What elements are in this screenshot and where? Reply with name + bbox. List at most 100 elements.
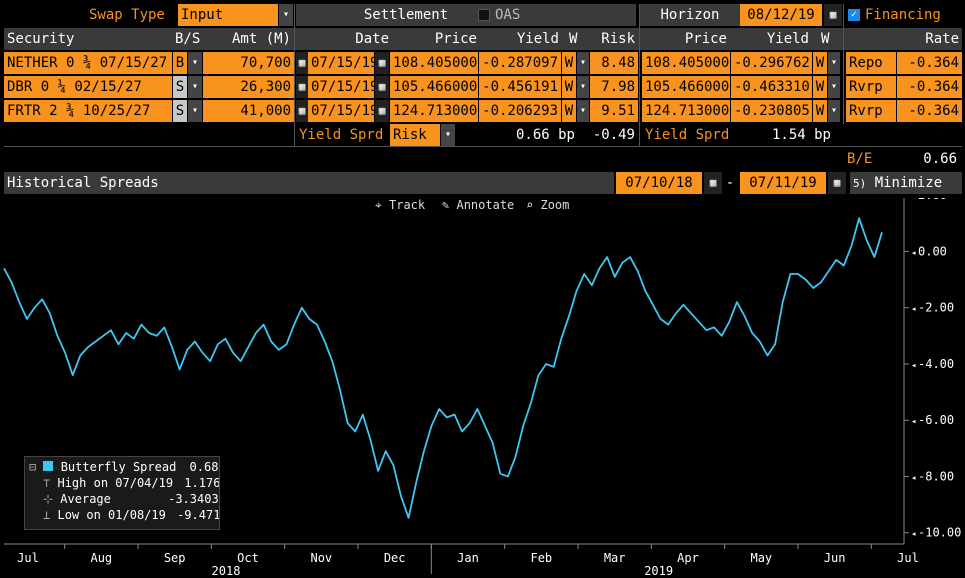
- row-amt[interactable]: 26,300: [203, 76, 294, 98]
- horizon-yield-spread-value: 1.54 bp: [771, 127, 831, 143]
- horizon-title: Horizon: [640, 4, 740, 26]
- hist-from-date[interactable]: 07/10/18: [616, 172, 702, 194]
- row-amt[interactable]: 41,000: [203, 100, 294, 122]
- breakeven-label: B/E: [847, 151, 873, 167]
- row-hprice[interactable]: 124.713000: [642, 100, 730, 122]
- row-date[interactable]: 07/15/19: [308, 76, 374, 98]
- row-yield[interactable]: -0.287097: [479, 52, 561, 74]
- row-price[interactable]: 108.405000: [390, 52, 478, 74]
- row-security[interactable]: FRTR 2 ¾ 10/25/27: [4, 100, 172, 122]
- divider: [639, 4, 640, 146]
- horizon-yield-dropdown-icon[interactable]: ▾: [828, 100, 840, 122]
- minimize-button[interactable]: 5) Minimize: [850, 172, 962, 194]
- row-fin[interactable]: Rvrp: [846, 100, 896, 122]
- row-w[interactable]: W: [562, 76, 576, 98]
- col-risk: Risk: [601, 31, 635, 47]
- col-date: Date: [355, 31, 389, 47]
- x-tick-label: Jul: [17, 551, 39, 565]
- row-w[interactable]: W: [562, 100, 576, 122]
- row-hw[interactable]: W: [813, 52, 827, 74]
- row-hw[interactable]: W: [813, 76, 827, 98]
- y-tick-arrow: ◂: [911, 198, 916, 202]
- row-yield[interactable]: -0.206293: [479, 100, 561, 122]
- horizon-date-field[interactable]: 08/12/19: [740, 4, 822, 26]
- col-hyield: Yield: [766, 31, 809, 47]
- row-bs[interactable]: S: [173, 100, 187, 122]
- row-fin[interactable]: Repo: [846, 52, 896, 74]
- spread-mode-dropdown-icon[interactable]: ▾: [441, 124, 455, 146]
- row-date[interactable]: 07/15/19: [308, 100, 374, 122]
- row-rate[interactable]: -0.364: [897, 52, 962, 74]
- y-tick-label: -10.00: [918, 526, 961, 540]
- divider: [294, 4, 295, 146]
- swap-type-dropdown-icon[interactable]: ▾: [279, 4, 293, 26]
- oas-label: OAS: [495, 7, 521, 23]
- row-security[interactable]: DBR 0 ¼ 02/15/27: [4, 76, 172, 98]
- row-hyield[interactable]: -0.296762: [731, 52, 812, 74]
- calendar-icon[interactable]: ▦: [375, 76, 389, 98]
- horizon-yield-dropdown-icon[interactable]: ▾: [828, 52, 840, 74]
- row-hw[interactable]: W: [813, 100, 827, 122]
- row-price[interactable]: 124.713000: [390, 100, 478, 122]
- row-risk: 7.98: [590, 76, 638, 98]
- col-hw: W: [821, 31, 830, 47]
- row-hyield[interactable]: -0.230805: [731, 100, 812, 122]
- divider: [843, 4, 844, 124]
- row-hprice[interactable]: 105.466000: [642, 76, 730, 98]
- yield-spread-label: Yield Sprd: [299, 127, 384, 143]
- yield-type-dropdown-icon[interactable]: ▾: [577, 100, 589, 122]
- financing-label: Financing: [865, 7, 941, 23]
- calendar-icon[interactable]: ▦: [824, 4, 842, 26]
- bs-dropdown-icon[interactable]: ▾: [188, 52, 202, 74]
- calendar-icon[interactable]: ▦: [828, 172, 846, 194]
- col-security: Security: [7, 31, 75, 47]
- swap-type-select[interactable]: Input: [178, 4, 278, 26]
- row-hprice[interactable]: 108.405000: [642, 52, 730, 74]
- x-tick-label: Aug: [90, 551, 112, 565]
- row-security[interactable]: NETHER 0 ¾ 07/15/27: [4, 52, 172, 74]
- financing-checkbox[interactable]: ✓: [848, 9, 860, 21]
- spread-mode-select[interactable]: Risk: [390, 124, 440, 146]
- row-price[interactable]: 105.466000: [390, 76, 478, 98]
- row-yield[interactable]: -0.456191: [479, 76, 561, 98]
- bs-dropdown-icon[interactable]: ▾: [188, 100, 202, 122]
- divider: [4, 146, 962, 147]
- col-w: W: [569, 31, 578, 47]
- row-bs[interactable]: B: [173, 52, 187, 74]
- horizon-yield-dropdown-icon[interactable]: ▾: [828, 76, 840, 98]
- y-tick-arrow: ◂: [911, 417, 916, 427]
- y-tick-label: -8.00: [918, 469, 954, 483]
- calendar-icon[interactable]: ▦: [375, 52, 389, 74]
- calendar-icon[interactable]: ▦: [375, 100, 389, 122]
- yield-type-dropdown-icon[interactable]: ▾: [577, 52, 589, 74]
- calendar-icon[interactable]: ▦: [296, 100, 308, 122]
- y-tick-label: -4.00: [918, 357, 954, 371]
- minimize-icon: 5): [853, 177, 867, 190]
- historical-spreads-title: Historical Spreads: [4, 172, 614, 194]
- hist-to-date[interactable]: 07/11/19: [740, 172, 826, 194]
- calendar-icon[interactable]: ▦: [296, 52, 308, 74]
- calendar-icon[interactable]: ▦: [704, 172, 722, 194]
- col-hprice: Price: [684, 31, 727, 47]
- row-w[interactable]: W: [562, 52, 576, 74]
- row-risk: 9.51: [590, 100, 638, 122]
- collapse-icon[interactable]: ⊟: [29, 460, 36, 474]
- row-fin[interactable]: Rvrp: [846, 76, 896, 98]
- oas-checkbox[interactable]: [478, 9, 490, 21]
- bs-dropdown-icon[interactable]: ▾: [188, 76, 202, 98]
- col-price: Price: [434, 31, 477, 47]
- row-date[interactable]: 07/15/19: [308, 52, 374, 74]
- row-bs[interactable]: S: [173, 76, 187, 98]
- row-rate[interactable]: -0.364: [897, 100, 962, 122]
- y-tick-arrow: ◂: [911, 248, 916, 258]
- row-rate[interactable]: -0.364: [897, 76, 962, 98]
- yield-type-dropdown-icon[interactable]: ▾: [577, 76, 589, 98]
- calendar-icon[interactable]: ▦: [296, 76, 308, 98]
- col-bs: B/S: [175, 31, 201, 47]
- high-marker-icon: ⊤: [43, 476, 51, 490]
- row-hyield[interactable]: -0.463310: [731, 76, 812, 98]
- legend-series: ⊟ Butterfly Spread 0.6841: [29, 460, 219, 474]
- x-tick-label: Feb: [530, 551, 552, 565]
- swap-type-label: Swap Type: [89, 7, 165, 23]
- row-amt[interactable]: 70,700: [203, 52, 294, 74]
